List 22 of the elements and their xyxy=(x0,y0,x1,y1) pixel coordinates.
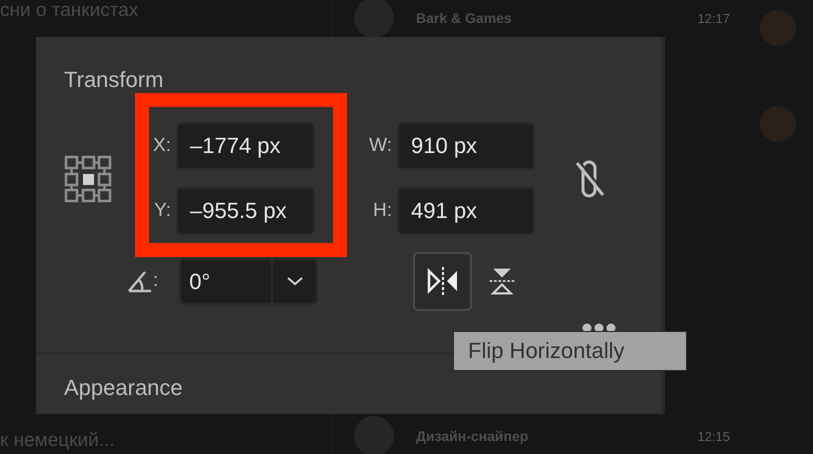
section-title: Appearance xyxy=(63,375,184,401)
field-label: H: xyxy=(372,199,393,223)
rotation-dropdown[interactable]: 0° xyxy=(179,258,318,304)
caret-icon xyxy=(286,276,304,286)
field-label: : xyxy=(153,270,158,292)
reference-point-icon[interactable] xyxy=(64,154,112,202)
chat-time: 12:15 xyxy=(697,428,731,444)
chat-time: 12:17 xyxy=(697,10,731,26)
value-field[interactable]: 910 px xyxy=(397,122,535,170)
field-label: W: xyxy=(368,134,393,158)
more-icon[interactable] xyxy=(582,323,616,332)
section-title: Transform xyxy=(64,67,164,93)
field-label: Y: xyxy=(153,199,172,223)
flip-horizontal-button[interactable] xyxy=(413,252,472,310)
field-label: X: xyxy=(152,134,172,158)
value-field[interactable]: 491 px xyxy=(397,187,535,235)
tooltip: Flip Horizontally xyxy=(453,331,687,371)
angle-icon xyxy=(127,269,153,293)
broken-link-icon[interactable] xyxy=(575,158,605,198)
flip-horizontal-icon xyxy=(426,264,460,298)
value-field[interactable]: –955.5 px xyxy=(176,187,315,235)
value-field[interactable]: –1774 px xyxy=(176,122,315,170)
